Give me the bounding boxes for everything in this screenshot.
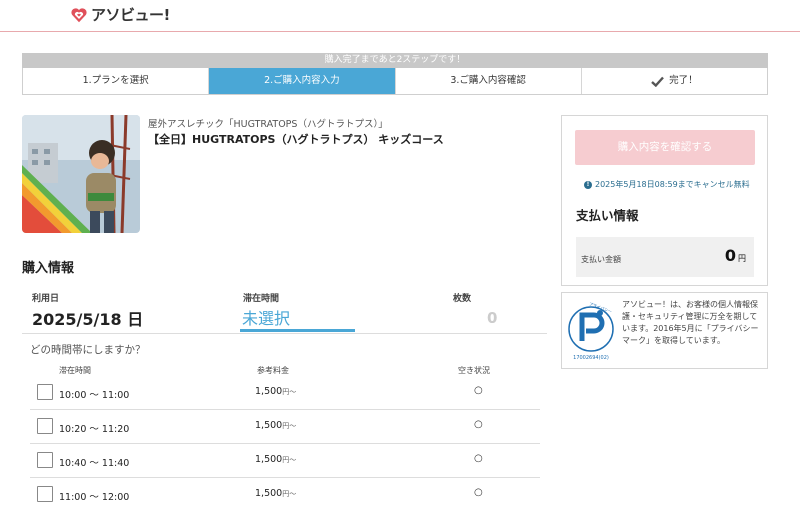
time-slot-row[interactable]: 10:00 〜 11:00 1,500円〜 ○ bbox=[30, 376, 540, 410]
divider bbox=[22, 333, 547, 334]
logo[interactable]: アソビュー! bbox=[70, 4, 170, 25]
step-complete: 完了！ bbox=[582, 68, 767, 94]
step-label: 1.プランを選択 bbox=[82, 75, 149, 86]
privacy-panel: 17002694(02) プライバシー アソビュー！は、お客様の個人情報保護・セ… bbox=[561, 292, 768, 369]
slot-time: 11:00 〜 12:00 bbox=[59, 492, 130, 503]
slot-availability: ○ bbox=[474, 453, 483, 464]
confirm-purchase-button[interactable]: 購入内容を確認する bbox=[575, 130, 755, 165]
stay-time-selector[interactable]: 未選択 bbox=[240, 305, 355, 332]
step-label: 3.ご購入内容確認 bbox=[450, 75, 526, 86]
payment-label: 支払い金額 bbox=[581, 255, 621, 264]
time-slot-row[interactable]: 10:40 〜 11:40 1,500円〜 ○ bbox=[30, 444, 540, 478]
column-header-price: 参考料金 bbox=[257, 366, 289, 375]
product-image bbox=[22, 115, 140, 233]
slot-time: 10:20 〜 11:20 bbox=[59, 424, 130, 435]
product-title: 【全日】HUGTRATOPS（ハグトラトプス） キッズコース bbox=[148, 133, 444, 146]
slot-availability: ○ bbox=[474, 385, 483, 396]
payment-row: 支払い金額 0円 bbox=[576, 237, 754, 277]
product-subtitle: 屋外アスレチック「HUGTRATOPS（ハグトラトプス）」 bbox=[148, 119, 388, 130]
time-slot-row[interactable]: 11:00 〜 12:00 1,500円〜 ○ bbox=[30, 478, 540, 508]
steps-banner: 購入完了まであと2ステップです！ bbox=[22, 53, 768, 68]
cancel-note-text: 2025年5月18日08:59までキャンセル無料 bbox=[595, 180, 750, 189]
slot-time: 10:40 〜 11:40 bbox=[59, 458, 130, 469]
time-slot-checkbox[interactable] bbox=[37, 486, 53, 502]
slot-price: 1,500円〜 bbox=[255, 420, 297, 431]
slot-price: 1,500円〜 bbox=[255, 454, 297, 465]
order-summary-panel: 購入内容を確認する ! 2025年5月18日08:59までキャンセル無料 支払い… bbox=[561, 115, 768, 286]
stay-label: 滞在時間 bbox=[243, 294, 280, 304]
slot-time: 10:00 〜 11:00 bbox=[59, 390, 130, 401]
date-label: 利用日 bbox=[32, 294, 60, 304]
step-label: 2.ご購入内容入力 bbox=[264, 75, 340, 86]
slot-availability: ○ bbox=[474, 487, 483, 498]
date-selector[interactable]: 2025/5/18 日 bbox=[32, 306, 143, 330]
step-select-plan: 1.プランを選択 bbox=[23, 68, 210, 94]
slot-price: 1,500円〜 bbox=[255, 488, 297, 499]
checkmark-icon bbox=[651, 76, 665, 87]
logo-text: アソビュー! bbox=[91, 6, 170, 24]
slot-availability: ○ bbox=[474, 419, 483, 430]
qty-label: 枚数 bbox=[453, 294, 472, 304]
privacy-text: アソビュー！は、お客様の個人情報保護・セキュリティ管理に万全を期しています。20… bbox=[622, 300, 759, 345]
step-label: 完了！ bbox=[669, 75, 698, 86]
purchase-section-title: 購入情報 bbox=[22, 261, 75, 276]
payment-amount: 0円 bbox=[724, 246, 746, 265]
step-confirm: 3.ご購入内容確認 bbox=[396, 68, 582, 94]
cancel-note: ! 2025年5月18日08:59までキャンセル無料 bbox=[584, 179, 750, 190]
time-slot-checkbox[interactable] bbox=[37, 384, 53, 400]
column-header-time: 滞在時間 bbox=[59, 366, 91, 375]
time-slot-row[interactable]: 10:20 〜 11:20 1,500円〜 ○ bbox=[30, 410, 540, 444]
info-icon: ! bbox=[584, 180, 592, 189]
qty-value[interactable]: 0 bbox=[487, 309, 497, 327]
time-slot-checkbox[interactable] bbox=[37, 452, 53, 468]
privacy-mark-logo: 17002694(02) プライバシー bbox=[568, 300, 614, 361]
step-input-details: 2.ご購入内容入力 bbox=[209, 68, 396, 94]
column-header-availability: 空き状況 bbox=[458, 366, 490, 375]
heart-logo-icon bbox=[71, 7, 87, 22]
payment-title: 支払い情報 bbox=[576, 208, 639, 223]
slot-price: 1,500円〜 bbox=[255, 386, 297, 397]
svg-text:17002694(02): 17002694(02) bbox=[573, 355, 609, 361]
time-slot-checkbox[interactable] bbox=[37, 418, 53, 434]
site-header: アソビュー! bbox=[0, 0, 800, 32]
time-question: どの時間帯にしますか？ bbox=[30, 344, 146, 356]
progress-steps: 1.プランを選択 2.ご購入内容入力 3.ご購入内容確認 完了！ bbox=[22, 68, 768, 95]
